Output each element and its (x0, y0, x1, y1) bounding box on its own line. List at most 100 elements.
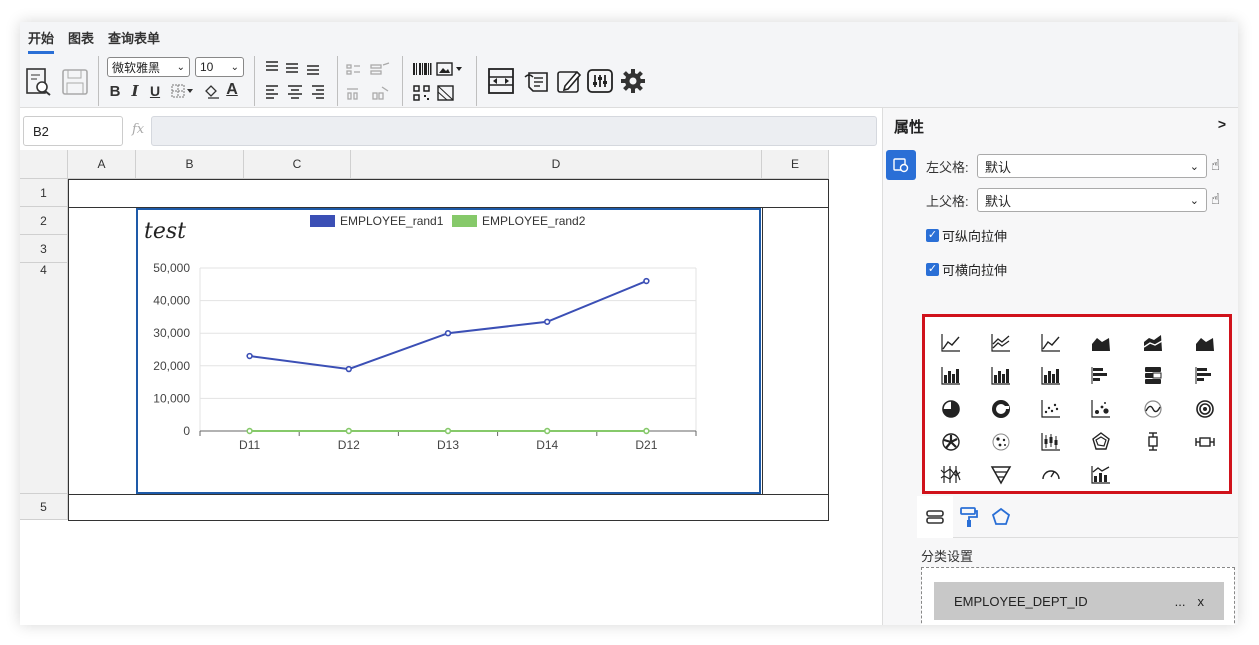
edit-button[interactable] (554, 66, 584, 96)
field-more-button[interactable]: ... (1175, 594, 1186, 609)
delete-row-col-buttons[interactable] (345, 84, 391, 102)
category-dropzone[interactable]: EMPLOYEE_DEPT_ID ... x (921, 567, 1235, 625)
chart-cell-b2[interactable]: test EMPLOYEE_rand1 EMPLOYEE_rand2 0 10,000 2… (136, 208, 761, 494)
field-remove-button[interactable]: x (1198, 594, 1205, 609)
scatter-icon[interactable] (1039, 398, 1063, 420)
italic-button[interactable]: I (128, 82, 142, 100)
top-parent-value: 默认 (985, 193, 1012, 209)
candlestick-icon[interactable] (1039, 431, 1063, 453)
rose-icon-glyph (1196, 400, 1214, 418)
cell-reference-box[interactable]: B2 (23, 116, 123, 146)
gear-button[interactable] (618, 66, 648, 96)
grouped-column-icon[interactable] (989, 365, 1013, 387)
page-setting-button[interactable] (486, 66, 516, 96)
fill-color-button[interactable] (203, 82, 221, 100)
stacked-column-icon[interactable] (1039, 365, 1063, 387)
cell-property-tab[interactable] (886, 150, 916, 180)
area-icon-glyph (1092, 338, 1110, 351)
font-family-select[interactable]: 微软雅黑 ⌄ (107, 57, 190, 77)
series-point-2 (345, 427, 353, 435)
tab-shape-settings[interactable] (983, 496, 1019, 538)
tab-query-form[interactable]: 查询表单 (108, 28, 160, 54)
combo-icon[interactable] (1089, 464, 1113, 486)
slash-cell-button[interactable] (436, 84, 456, 102)
category-field-chip[interactable]: EMPLOYEE_DEPT_ID ... x (934, 582, 1224, 620)
column-header-a[interactable]: A (68, 150, 136, 179)
row-header-3[interactable]: 3 (20, 235, 68, 263)
dots-circle-icon[interactable] (989, 431, 1013, 453)
bar-icon[interactable] (1089, 365, 1113, 387)
radar-icon[interactable] (1089, 431, 1113, 453)
funnel-icon[interactable] (989, 464, 1013, 486)
pie-icon[interactable] (939, 398, 963, 420)
pentagon-icon (991, 507, 1011, 525)
horizontal-bar-icon[interactable] (1193, 365, 1217, 387)
bold-button[interactable]: B (108, 82, 122, 100)
tab-start[interactable]: 开始 (28, 28, 55, 54)
horizontal-boxplot-icon[interactable] (1193, 431, 1217, 453)
font-color-icon: A (226, 81, 238, 98)
tab-chart[interactable]: 图表 (68, 28, 94, 54)
row-header-4[interactable]: 4 (20, 263, 68, 494)
bubble-icon[interactable] (1089, 398, 1113, 420)
save-icon (62, 69, 88, 95)
radial-icon[interactable] (939, 431, 963, 453)
settings-sliders-button[interactable] (585, 66, 615, 96)
wave-icon-glyph (1144, 400, 1162, 418)
vertical-stretch-label: 可纵向拉伸 (942, 229, 1008, 244)
multi-line-icon[interactable] (989, 332, 1013, 354)
insert-row-col-buttons[interactable] (345, 60, 391, 78)
corner-header[interactable] (20, 150, 68, 179)
row-header-5[interactable]: 5 (20, 494, 68, 520)
stacked-bar-icon[interactable] (1141, 365, 1165, 387)
pointer-hand-icon[interactable]: ☝ (1211, 190, 1220, 208)
parallel-icon[interactable] (939, 464, 963, 486)
tab-data-settings[interactable] (917, 496, 953, 538)
left-parent-select[interactable]: 默认 ⌄ (977, 154, 1207, 178)
line-icon[interactable] (939, 332, 963, 354)
qrcode-button[interactable] (411, 84, 433, 102)
horizontal-stretch-checkbox[interactable]: ✓ 可横向拉伸 (926, 260, 1007, 279)
pointer-hand-icon[interactable]: ☝ (1211, 156, 1220, 174)
horizontal-align-group[interactable] (264, 82, 328, 100)
step-line-icon[interactable] (1039, 332, 1063, 354)
cell-border (828, 179, 829, 520)
rose-icon[interactable] (1193, 398, 1217, 420)
vertical-stretch-checkbox[interactable]: ✓ 可纵向拉伸 (926, 226, 1007, 245)
formula-input[interactable] (151, 116, 877, 146)
vertical-align-group[interactable] (264, 58, 324, 76)
dots-circle-icon-glyph (992, 433, 1010, 451)
font-size-select[interactable]: 10 ⌄ (195, 57, 244, 77)
column-header-d[interactable]: D (351, 150, 762, 179)
wave-icon[interactable] (1141, 398, 1165, 420)
panel-collapse-button[interactable]: > (1218, 116, 1226, 132)
data-source-button[interactable] (522, 66, 552, 96)
font-color-button[interactable]: A (224, 80, 240, 100)
boxplot-icon[interactable] (1141, 431, 1165, 453)
legend-label: EMPLOYEE_rand2 (482, 214, 586, 228)
gauge-icon-glyph (1042, 470, 1060, 480)
column-header-c[interactable]: C (244, 150, 351, 179)
underline-button[interactable]: U (148, 82, 162, 100)
area-icon[interactable] (1089, 332, 1113, 354)
top-parent-select[interactable]: 默认 ⌄ (977, 188, 1207, 212)
properties-panel: 属性 > 左父格: 默认 ⌄ ☝ 上父格: 默认 ⌄ ☝ ✓ 可纵向拉伸 ✓ 可横向拉伸… (882, 108, 1238, 625)
tab-style-settings[interactable] (951, 496, 987, 538)
mountain-area-icon[interactable] (1193, 332, 1217, 354)
image-button[interactable] (436, 60, 464, 78)
multi-line-icon-glyph (991, 334, 1010, 352)
formula-bar: B2 fx (20, 116, 882, 148)
donut-icon[interactable] (989, 398, 1013, 420)
save-button[interactable] (60, 66, 90, 98)
function-icon: fx (132, 122, 145, 137)
border-button[interactable] (170, 82, 196, 100)
column-icon[interactable] (939, 365, 963, 387)
row-header-1[interactable]: 1 (20, 179, 68, 207)
column-header-e[interactable]: E (762, 150, 829, 179)
row-header-2[interactable]: 2 (20, 207, 68, 235)
barcode-button[interactable] (411, 60, 433, 78)
stacked-area-icon[interactable] (1141, 332, 1165, 354)
preview-button[interactable] (24, 66, 54, 98)
gauge-icon[interactable] (1039, 464, 1063, 486)
column-header-b[interactable]: B (136, 150, 244, 179)
